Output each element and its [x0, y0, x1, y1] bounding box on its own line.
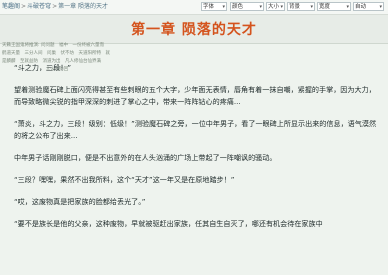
paragraph: “斗之力，三段！”	[14, 63, 72, 72]
paragraph: “要不是族长是他的父亲，这种废物，早就被驱赶出家族，任其自生自灭了，哪还有机会待…	[14, 219, 323, 228]
reader-controls: 字体 ▾ 颜色 ▾ 大小 ▾ 背景 ▾ 宽度 ▾ 自动 ▾	[0, 2, 388, 12]
background-select[interactable]: 背景 ▾	[287, 2, 315, 11]
auto-scroll-select-label: 自动	[355, 4, 367, 10]
paragraph: 望着测验魔石碑上面闪亮得甚至有些刺眼的五个大字，少年面无表情，唇角有着一抹自嘲，…	[14, 85, 376, 106]
font-select[interactable]: 字体 ▾	[201, 2, 227, 11]
chevron-down-icon: ▾	[379, 4, 382, 10]
top-navigation-bar: 笔趣阁>斗破苍穹>第一章 陨落的天才 字体 ▾ 颜色 ▾ 大小 ▾ 背景 ▾ 宽度 ▾ 自…	[0, 0, 388, 15]
paragraph: 中年男子话刚刚脱口，便是不出意外的在人头汹涌的广场上带起了一阵嘲讽的骚动。	[14, 153, 277, 162]
chevron-down-icon: ▾	[310, 4, 313, 10]
chevron-down-icon: ▾	[259, 4, 262, 10]
background-select-label: 背景	[289, 4, 301, 10]
font-select-label: 字体	[203, 4, 215, 10]
chapter-header: 第一章 陨落的天才	[0, 15, 388, 44]
width-select-label: 宽度	[319, 4, 331, 10]
chevron-down-icon: ▾	[346, 4, 349, 10]
size-select[interactable]: 大小 ▾	[266, 2, 285, 11]
paragraph: “哎，这废物真是把家族的脸都给丢光了。”	[14, 197, 146, 206]
chevron-down-icon: ▾	[280, 4, 283, 10]
chapter-title: 第一章 陨落的天才	[131, 22, 257, 38]
auto-scroll-select[interactable]: 自动 ▾	[353, 2, 384, 11]
paragraph: “萧炎，斗之力，三段！级别：低级！”测验魔石碑之旁，一位中年男子，看了一眼碑上所…	[14, 119, 377, 140]
chapter-content: “斗之力，三段！” 望着测验魔石碑上面闪亮得甚至有些刺眼的五个大字，少年面无表情…	[14, 62, 382, 240]
color-select-label: 颜色	[232, 4, 244, 10]
size-select-label: 大小	[268, 4, 280, 10]
chevron-down-icon: ▾	[222, 4, 225, 10]
color-select[interactable]: 颜色 ▾	[230, 2, 264, 11]
width-select[interactable]: 宽度 ▾	[317, 2, 351, 11]
paragraph: “三段？嘿嘿，果然不出我所料，这个“天才”这一年又是在原地踏步！”	[14, 175, 235, 184]
